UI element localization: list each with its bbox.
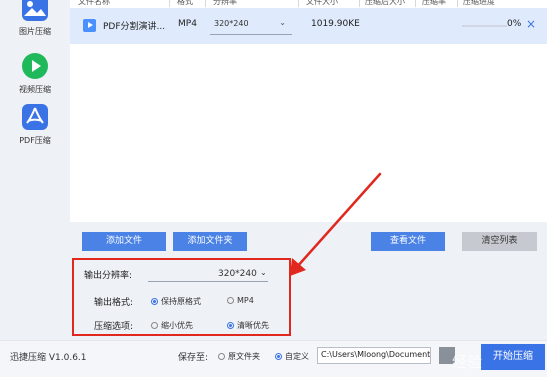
resolution-value: 320*240 [218, 269, 257, 279]
chevron-down-icon: ⌄ [260, 268, 267, 277]
column-header-size: 文件大小 [306, 0, 338, 6]
resolution-select[interactable]: 320*240 ⌄ [148, 268, 268, 282]
resolution-label: 输出分辨率: [84, 271, 133, 281]
column-header-resolution: 分辨率 [213, 0, 237, 6]
radio-unselected-icon [218, 353, 225, 360]
format-option-keep-original[interactable]: 保持原格式 [151, 296, 201, 307]
column-header-format: 格式 [177, 0, 193, 6]
compress-option-text: 缩小优先 [161, 321, 193, 330]
column-header-filename: 文件名称 [78, 0, 110, 6]
save-option-original-folder[interactable]: 原文件夹 [218, 351, 260, 362]
sidebar-item-image-compress[interactable]: 图片压缩 [0, 0, 70, 37]
output-settings-panel: 输出分辨率: 320*240 ⌄ 输出格式: 保持原格式 MP4 压缩选项: 缩… [72, 258, 291, 336]
column-header-compressed-size: 压缩后大小 [365, 0, 405, 6]
compress-option-text: 清晰优先 [237, 321, 269, 330]
save-option-label: 原文件夹 [228, 352, 260, 361]
table-row[interactable]: PDF分割演讲... MP4 320*240 ⌄ 1019.90KE 0% × [70, 8, 547, 44]
column-header-ratio: 压缩率 [422, 0, 446, 6]
sidebar: 图片压缩 视频压缩 PDF压缩 [0, 0, 70, 340]
clear-list-button[interactable]: 清空列表 [462, 232, 537, 251]
format-label: 输出格式: [94, 298, 134, 308]
progress-bar [462, 25, 507, 27]
version-label: 迅捷压缩 V1.0.6.1 [10, 353, 87, 363]
save-to-label: 保存至: [178, 353, 209, 363]
format-option-mp4[interactable]: MP4 [227, 296, 254, 305]
radio-selected-icon [275, 353, 282, 360]
column-divider [415, 0, 416, 7]
save-path-input[interactable]: C:\Users\Mloong\Documents [317, 347, 431, 364]
column-divider [359, 0, 360, 7]
add-file-button[interactable]: 添加文件 [82, 232, 166, 251]
sidebar-item-label: 图片压缩 [19, 27, 51, 36]
sidebar-item-pdf-compress[interactable]: PDF压缩 [0, 103, 70, 146]
compress-option-label: 压缩选项: [94, 322, 134, 332]
video-file-icon [83, 19, 96, 32]
add-folder-button[interactable]: 添加文件夹 [173, 232, 247, 251]
sidebar-item-label: PDF压缩 [19, 136, 51, 145]
file-table: 文件名称 格式 分辨率 文件大小 压缩后大小 压缩率 压缩进度 PDF分割演讲.… [70, 0, 547, 222]
save-option-custom[interactable]: 自定义 [275, 351, 309, 362]
compress-option-size-first[interactable]: 缩小优先 [151, 320, 193, 331]
column-divider [457, 0, 458, 7]
image-icon [22, 0, 48, 21]
file-name: PDF分割演讲... [103, 22, 166, 32]
pdf-icon [22, 104, 48, 130]
watermark-text: 经验 [452, 353, 483, 371]
radio-selected-icon [151, 298, 158, 305]
start-compress-button[interactable]: 开始压缩 [481, 344, 545, 370]
row-resolution-select[interactable]: 320*240 ⌄ [210, 17, 292, 35]
sidebar-item-video-compress[interactable]: 视频压缩 [0, 52, 70, 95]
column-header-progress: 压缩进度 [463, 0, 495, 6]
close-icon[interactable]: × [526, 17, 536, 31]
save-option-label: 自定义 [285, 352, 309, 361]
progress-percent: 0% [507, 19, 522, 29]
play-icon [22, 53, 48, 79]
chevron-down-icon: ⌄ [279, 18, 286, 27]
column-divider [205, 0, 206, 7]
row-resolution-value: 320*240 [214, 19, 249, 28]
file-format: MP4 [178, 19, 197, 29]
compress-option-clarity-first[interactable]: 清晰优先 [227, 320, 269, 331]
radio-unselected-icon [227, 297, 234, 304]
folder-browse-icon[interactable] [439, 347, 455, 364]
radio-unselected-icon [151, 322, 158, 329]
footer-bar: 迅捷压缩 V1.0.6.1 保存至: 原文件夹 自定义 C:\Users\Mlo… [0, 340, 547, 377]
view-file-button[interactable]: 查看文件 [371, 232, 445, 251]
column-divider [169, 0, 170, 7]
format-option-label: 保持原格式 [161, 297, 201, 306]
format-option-label: MP4 [237, 296, 254, 305]
sidebar-item-label: 视频压缩 [19, 85, 51, 94]
file-size: 1019.90KE [311, 19, 360, 29]
radio-selected-icon [227, 322, 234, 329]
column-divider [298, 0, 299, 7]
